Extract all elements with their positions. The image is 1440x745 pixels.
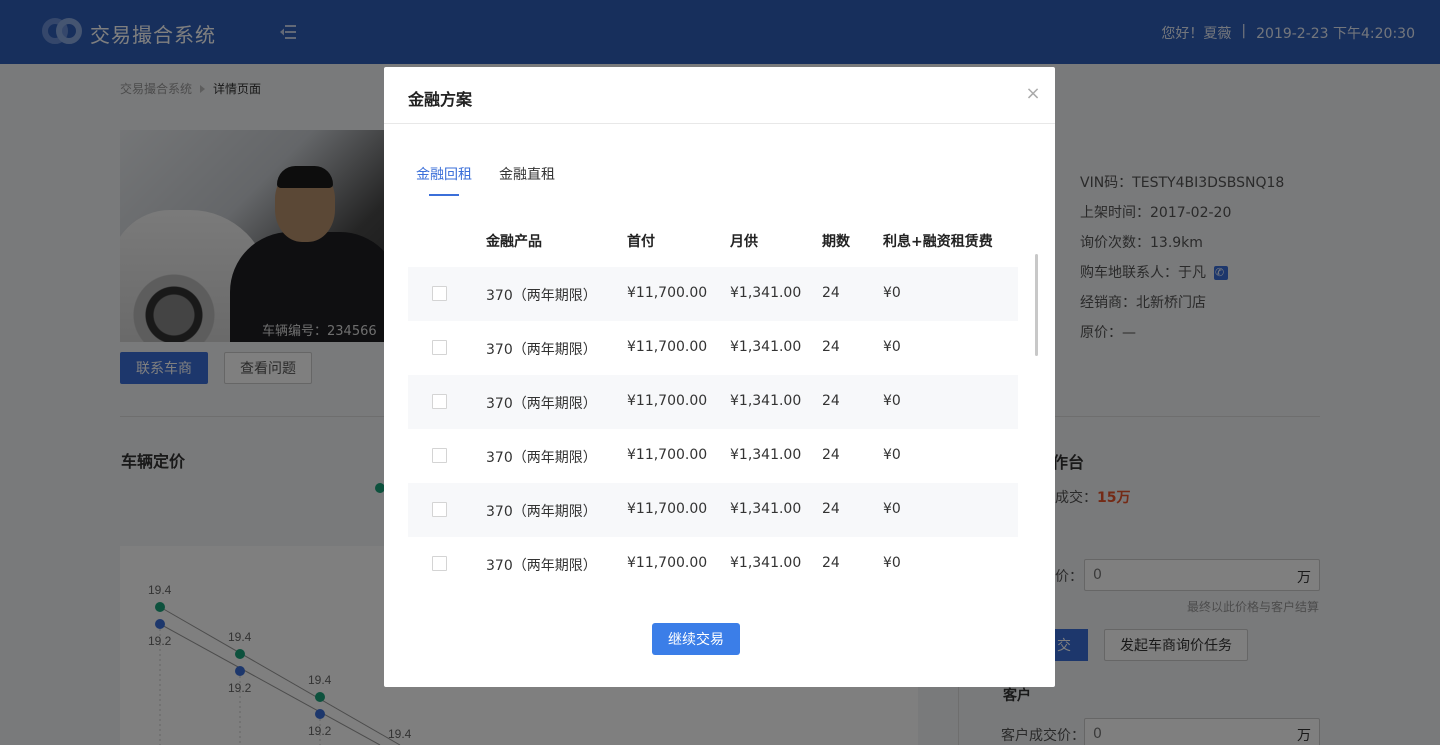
cell-terms: 24	[822, 447, 840, 463]
row-checkbox[interactable]	[432, 340, 447, 355]
cell-terms: 24	[822, 393, 840, 409]
cell-product: 370（两年期限）	[486, 342, 597, 358]
table-row[interactable]: 370（两年期限） ¥11,700.00 ¥1,341.00 24 ¥0	[408, 321, 1018, 375]
cell-interest-fee: ¥0	[883, 501, 901, 517]
cell-monthly: ¥1,341.00	[730, 393, 802, 409]
tab-finance-leaseback[interactable]: 金融回租	[416, 164, 472, 184]
table-row[interactable]: 370（两年期限） ¥11,700.00 ¥1,341.00 24 ¥0	[408, 483, 1018, 537]
modal-header-divider	[384, 123, 1055, 124]
col-product: 金融产品	[486, 234, 542, 250]
table-header: 金融产品 首付 月供 期数 利息+融资租赁费	[408, 227, 1018, 253]
row-checkbox[interactable]	[432, 448, 447, 463]
cell-down-payment: ¥11,700.00	[627, 393, 708, 409]
col-monthly: 月供	[730, 234, 758, 250]
col-interest-fee: 利息+融资租赁费	[883, 234, 993, 250]
row-checkbox[interactable]	[432, 502, 447, 517]
cell-monthly: ¥1,341.00	[730, 555, 802, 571]
col-terms: 期数	[822, 234, 850, 250]
table-row[interactable]: 370（两年期限） ¥11,700.00 ¥1,341.00 24 ¥0	[408, 375, 1018, 429]
cell-monthly: ¥1,341.00	[730, 447, 802, 463]
cell-interest-fee: ¥0	[883, 393, 901, 409]
modal-title: 金融方案	[408, 90, 473, 109]
cell-interest-fee: ¥0	[883, 447, 901, 463]
continue-transaction-button[interactable]: 继续交易	[652, 623, 740, 655]
cell-interest-fee: ¥0	[883, 339, 901, 355]
table-scrollbar[interactable]	[1035, 254, 1038, 356]
col-down-payment: 首付	[627, 234, 655, 250]
cell-down-payment: ¥11,700.00	[627, 501, 708, 517]
cell-product: 370（两年期限）	[486, 396, 597, 412]
cell-product: 370（两年期限）	[486, 288, 597, 304]
cell-terms: 24	[822, 285, 840, 301]
cell-product: 370（两年期限）	[486, 558, 597, 574]
table-row[interactable]: 370（两年期限） ¥11,700.00 ¥1,341.00 24 ¥0	[408, 429, 1018, 483]
cell-interest-fee: ¥0	[883, 285, 901, 301]
active-tab-indicator	[429, 194, 459, 196]
table-body: 370（两年期限） ¥11,700.00 ¥1,341.00 24 ¥0 370…	[408, 267, 1018, 591]
cell-monthly: ¥1,341.00	[730, 501, 802, 517]
cell-down-payment: ¥11,700.00	[627, 555, 708, 571]
cell-terms: 24	[822, 339, 840, 355]
cell-down-payment: ¥11,700.00	[627, 447, 708, 463]
row-checkbox[interactable]	[432, 556, 447, 571]
cell-monthly: ¥1,341.00	[730, 339, 802, 355]
cell-interest-fee: ¥0	[883, 555, 901, 571]
finance-plan-modal: 金融方案 × 金融回租 金融直租 金融产品 首付 月供 期数 利息+融资租赁费 …	[384, 67, 1055, 687]
table-row[interactable]: 370（两年期限） ¥11,700.00 ¥1,341.00 24 ¥0	[408, 267, 1018, 321]
cell-monthly: ¥1,341.00	[730, 285, 802, 301]
cell-terms: 24	[822, 555, 840, 571]
table-row[interactable]: 370（两年期限） ¥11,700.00 ¥1,341.00 24 ¥0	[408, 537, 1018, 591]
row-checkbox[interactable]	[432, 394, 447, 409]
close-icon[interactable]: ×	[1025, 84, 1041, 104]
cell-product: 370（两年期限）	[486, 504, 597, 520]
tab-finance-direct-lease[interactable]: 金融直租	[499, 164, 555, 184]
cell-terms: 24	[822, 501, 840, 517]
cell-product: 370（两年期限）	[486, 450, 597, 466]
row-checkbox[interactable]	[432, 286, 447, 301]
cell-down-payment: ¥11,700.00	[627, 339, 708, 355]
cell-down-payment: ¥11,700.00	[627, 285, 708, 301]
